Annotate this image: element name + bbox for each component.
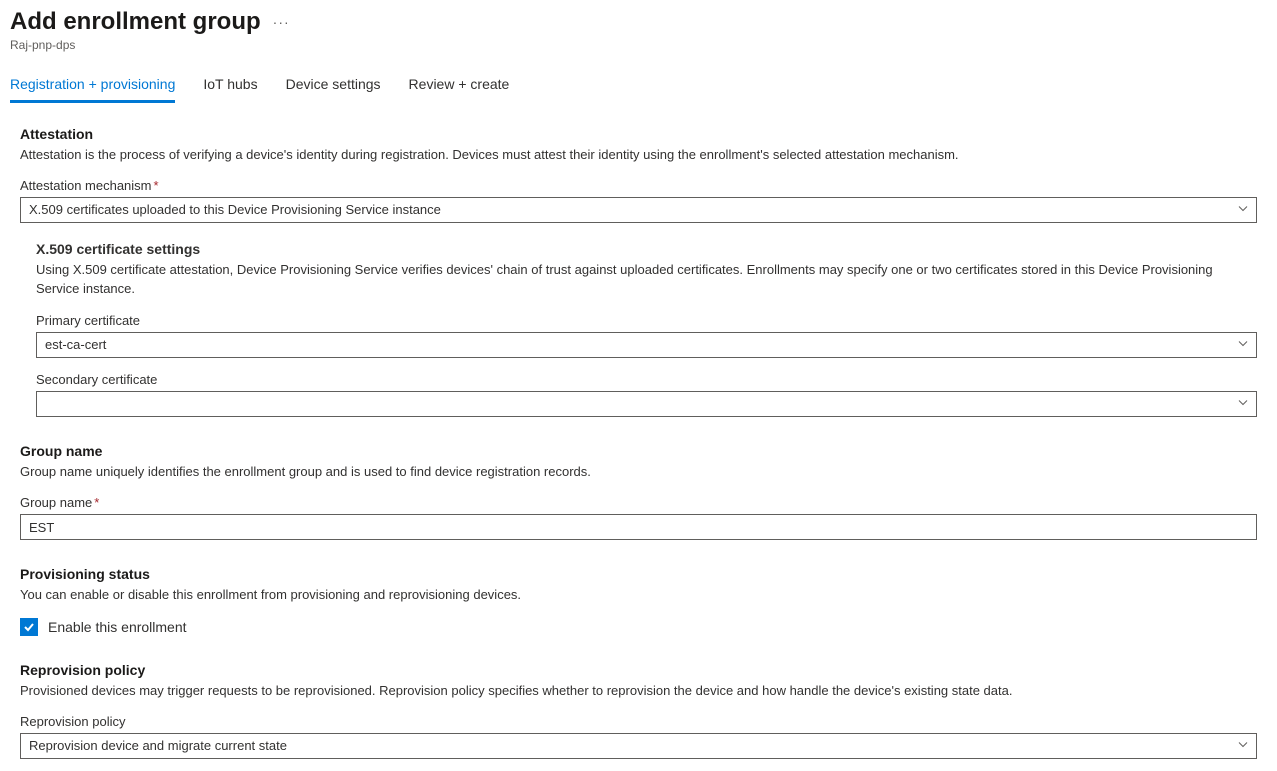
- page-title: Add enrollment group: [10, 8, 261, 36]
- group-name-label: Group name*: [20, 495, 1257, 510]
- resource-subtitle: Raj-pnp-dps: [10, 38, 1267, 52]
- attestation-mechanism-label: Attestation mechanism*: [20, 178, 1257, 193]
- secondary-certificate-select[interactable]: [36, 391, 1257, 417]
- tab-registration-provisioning[interactable]: Registration + provisioning: [10, 70, 175, 103]
- reprovision-policy-select[interactable]: Reprovision device and migrate current s…: [20, 733, 1257, 759]
- x509-heading: X.509 certificate settings: [36, 241, 1257, 257]
- attestation-mechanism-select[interactable]: X.509 certificates uploaded to this Devi…: [20, 197, 1257, 223]
- tab-bar: Registration + provisioning IoT hubs Dev…: [10, 70, 1267, 104]
- enable-enrollment-checkbox[interactable]: [20, 618, 38, 636]
- provisioning-status-heading: Provisioning status: [20, 566, 1257, 582]
- x509-description: Using X.509 certificate attestation, Dev…: [36, 261, 1257, 299]
- tab-iot-hubs[interactable]: IoT hubs: [203, 70, 257, 103]
- more-icon[interactable]: ···: [273, 14, 290, 30]
- tab-device-settings[interactable]: Device settings: [286, 70, 381, 103]
- attestation-heading: Attestation: [20, 126, 1257, 142]
- primary-certificate-label: Primary certificate: [36, 313, 1257, 328]
- group-name-description: Group name uniquely identifies the enrol…: [20, 463, 1257, 481]
- provisioning-status-description: You can enable or disable this enrollmen…: [20, 586, 1257, 604]
- reprovision-policy-description: Provisioned devices may trigger requests…: [20, 682, 1257, 700]
- secondary-certificate-label: Secondary certificate: [36, 372, 1257, 387]
- enable-enrollment-label: Enable this enrollment: [48, 619, 187, 635]
- reprovision-policy-label: Reprovision policy: [20, 714, 1257, 729]
- tab-review-create[interactable]: Review + create: [409, 70, 510, 103]
- reprovision-policy-heading: Reprovision policy: [20, 662, 1257, 678]
- primary-certificate-select[interactable]: est-ca-cert: [36, 332, 1257, 358]
- group-name-heading: Group name: [20, 443, 1257, 459]
- group-name-input[interactable]: [20, 514, 1257, 540]
- attestation-description: Attestation is the process of verifying …: [20, 146, 1257, 164]
